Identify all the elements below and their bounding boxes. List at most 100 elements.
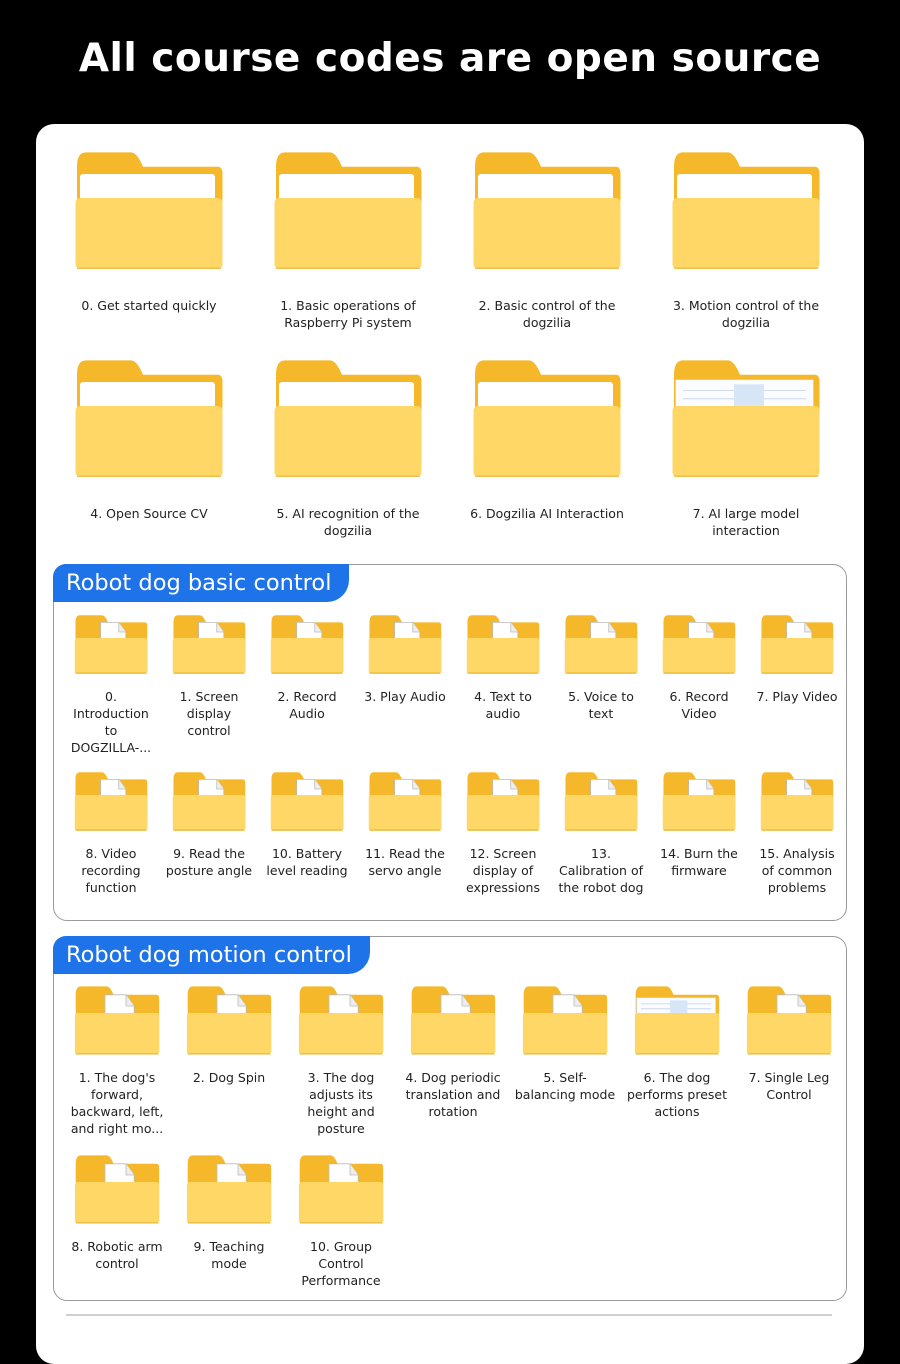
lesson-folder[interactable]: 11. Read the servo angle — [361, 771, 449, 879]
course-folder[interactable]: 4. Open Source CV — [70, 358, 228, 522]
lesson-folder[interactable]: 13. Calibration of the robot dog — [557, 771, 645, 896]
folder-with-pdf-icon — [564, 771, 638, 831]
lesson-folder[interactable]: 1. The dog's forward, backward, left, an… — [66, 985, 168, 1137]
course-folder[interactable]: 2. Basic control of the dogzilia — [468, 150, 626, 331]
folder-icon — [273, 358, 423, 478]
course-folder[interactable]: 3. Motion control of the dogzilia — [667, 150, 825, 331]
folder-label: 3. Motion control of the dogzilia — [672, 298, 820, 330]
folder-with-pdf-icon — [172, 614, 246, 674]
folder-with-pdf-icon — [74, 1154, 160, 1224]
folder-label: 11. Read the servo angle — [365, 846, 445, 878]
folder-label: 14. Burn the firmware — [660, 846, 738, 878]
folder-label: 10. Group Control Performance — [301, 1239, 381, 1288]
folder-label: 1. Basic operations of Raspberry Pi syst… — [280, 298, 416, 330]
folder-with-pdf-icon — [74, 614, 148, 674]
folder-label: 5. AI recognition of the dogzilia — [276, 506, 420, 538]
lesson-folder[interactable]: 2. Record Audio — [263, 614, 351, 722]
folder-label: 8. Video recording function — [81, 846, 141, 895]
folder-label: 7. Play Video — [756, 689, 838, 704]
folder-label: 4. Text to audio — [474, 689, 532, 721]
folder-with-pdf-icon — [298, 1154, 384, 1224]
folder-label: 0. Get started quickly — [81, 298, 217, 313]
folder-with-file-icon — [522, 985, 608, 1055]
lesson-folder[interactable]: 2. Dog Spin — [178, 985, 280, 1086]
folder-label: 1. Screen display control — [179, 689, 239, 738]
folder-with-pdf-icon — [298, 985, 384, 1055]
folder-label: 5. Self-balancing mode — [514, 1070, 616, 1102]
section-title-motion-control: Robot dog motion control — [53, 936, 370, 974]
lesson-folder[interactable]: 15. Analysis of common problems — [753, 771, 841, 896]
folder-with-pdf-icon — [760, 771, 834, 831]
folder-with-file-icon — [662, 771, 736, 831]
folder-with-pdf-icon — [368, 771, 442, 831]
course-folder[interactable]: 1. Basic operations of Raspberry Pi syst… — [269, 150, 427, 331]
lesson-folder[interactable]: 8. Robotic arm control — [66, 1154, 168, 1272]
folder-label: 2. Dog Spin — [192, 1070, 266, 1085]
folder-with-file-icon — [186, 1154, 272, 1224]
lesson-folder[interactable]: 9. Read the posture angle — [165, 771, 253, 879]
folder-icon — [74, 150, 224, 270]
folder-label: 6. Dogzilia AI Interaction — [470, 506, 624, 521]
folder-label: 8. Robotic arm control — [71, 1239, 163, 1271]
folder-label: 4. Open Source CV — [90, 506, 208, 521]
folder-label: 7. Single Leg Control — [748, 1070, 830, 1102]
folder-label: 5. Voice to text — [568, 689, 634, 721]
folder-label: 15. Analysis of common problems — [759, 846, 835, 895]
lesson-folder[interactable]: 9. Teaching mode — [178, 1154, 280, 1272]
folder-with-document-icon — [671, 358, 821, 478]
folder-label: 2. Record Audio — [277, 689, 337, 721]
folder-with-pdf-icon — [270, 771, 344, 831]
folder-with-pdf-icon — [172, 771, 246, 831]
folder-with-pdf-icon — [746, 985, 832, 1055]
folder-label: 3. Play Audio — [364, 689, 446, 704]
folder-label: 12. Screen display of expressions — [466, 846, 540, 895]
lesson-folder[interactable]: 1. Screen display control — [165, 614, 253, 739]
lesson-folder[interactable]: 5. Voice to text — [557, 614, 645, 722]
folder-with-pdf-icon — [662, 614, 736, 674]
lesson-folder[interactable]: 5. Self-balancing mode — [514, 985, 616, 1103]
course-folder[interactable]: 7. AI large model interaction — [667, 358, 825, 539]
folder-label: 1. The dog's forward, backward, left, an… — [70, 1070, 164, 1136]
folder-icon — [273, 150, 423, 270]
lesson-folder[interactable]: 10. Battery level reading — [263, 771, 351, 879]
lesson-folder[interactable]: 0. Introduction to DOGZILLA-... — [67, 614, 155, 756]
folder-with-pdf-icon — [564, 614, 638, 674]
folder-with-pdf-icon — [74, 985, 160, 1055]
course-folder[interactable]: 0. Get started quickly — [70, 150, 228, 314]
folder-label: 4. Dog periodic translation and rotation — [405, 1070, 501, 1119]
lesson-folder[interactable]: 6. Record Video — [655, 614, 743, 722]
lesson-folder[interactable]: 7. Play Video — [753, 614, 841, 705]
page-title: All course codes are open source — [78, 36, 822, 81]
folder-with-pdf-icon — [74, 771, 148, 831]
lesson-folder[interactable]: 6. The dog performs preset actions — [626, 985, 728, 1120]
folder-icon — [74, 358, 224, 478]
folder-with-pdf-icon — [368, 614, 442, 674]
lesson-folder[interactable]: 3. Play Audio — [361, 614, 449, 705]
lesson-folder[interactable]: 4. Text to audio — [459, 614, 547, 722]
folder-label: 2. Basic control of the dogzilia — [478, 298, 616, 330]
folder-with-file-icon — [186, 985, 272, 1055]
folder-icon — [472, 150, 622, 270]
section-title-basic-control: Robot dog basic control — [53, 564, 350, 602]
folder-with-pdf-icon — [410, 985, 496, 1055]
course-folder[interactable]: 5. AI recognition of the dogzilia — [269, 358, 427, 539]
folder-label: 3. The dog adjusts its height and postur… — [307, 1070, 375, 1136]
lesson-folder[interactable]: 3. The dog adjusts its height and postur… — [290, 985, 392, 1137]
lesson-folder[interactable]: 10. Group Control Performance — [290, 1154, 392, 1289]
lesson-folder[interactable]: 12. Screen display of expressions — [459, 771, 547, 896]
folder-label: 7. AI large model interaction — [692, 506, 800, 538]
folder-label: 0. Introduction to DOGZILLA-... — [70, 689, 152, 755]
lesson-folder[interactable]: 7. Single Leg Control — [738, 985, 840, 1103]
lesson-folder[interactable]: 14. Burn the firmware — [655, 771, 743, 879]
folder-label: 10. Battery level reading — [266, 846, 348, 878]
lesson-folder[interactable]: 8. Video recording function — [67, 771, 155, 896]
folder-icon — [472, 358, 622, 478]
folder-label: 6. Record Video — [669, 689, 729, 721]
folder-label: 13. Calibration of the robot dog — [558, 846, 644, 895]
folder-with-pdf-icon — [760, 614, 834, 674]
folder-label: 9. Teaching mode — [193, 1239, 265, 1271]
folder-icon — [671, 150, 821, 270]
course-folder[interactable]: 6. Dogzilia AI Interaction — [468, 358, 626, 522]
lesson-folder[interactable]: 4. Dog periodic translation and rotation — [402, 985, 504, 1120]
folder-with-document-icon — [634, 985, 720, 1055]
